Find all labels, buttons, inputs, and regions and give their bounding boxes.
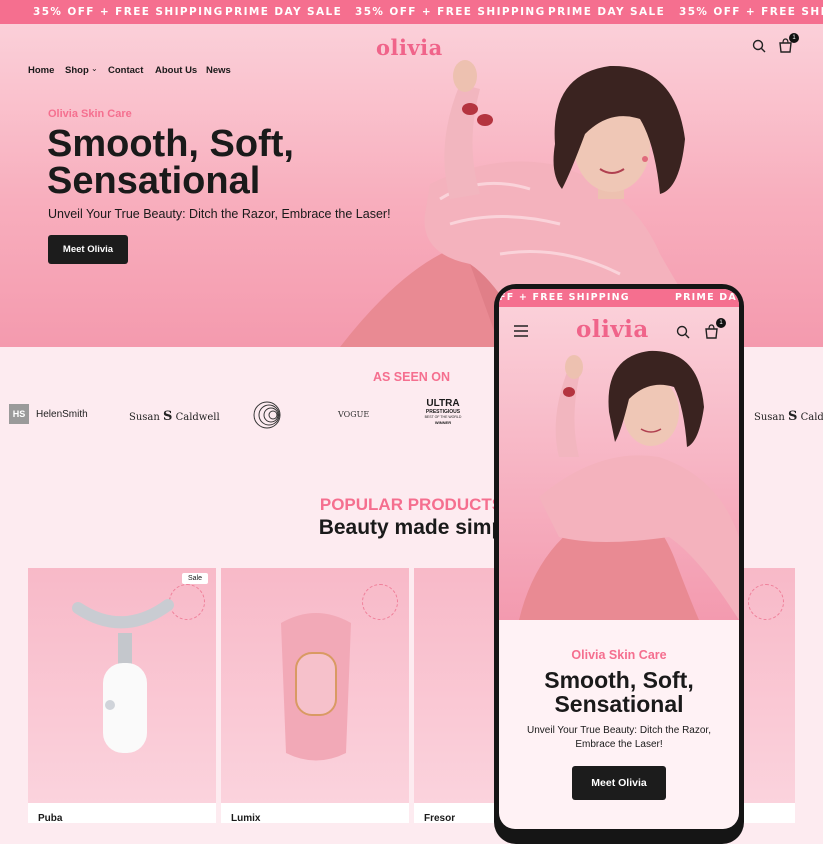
announcement-text: FF + FREE SHIPPING [499, 292, 630, 303]
mobile-hero-title: Smooth, Soft, Sensational [499, 668, 739, 716]
product-info: Puba [28, 803, 216, 824]
ultra-prestigious-award-logo: ULTRA PRESTIGIOUS BEST OF THE WORLD WINN… [424, 398, 462, 426]
susan-caldwell-logo: Susan S Caldwell [129, 409, 220, 424]
search-icon[interactable] [676, 325, 690, 339]
search-icon[interactable] [752, 39, 766, 53]
site-logo[interactable]: olivia [376, 35, 443, 60]
hero-title-line: Sensational [554, 691, 684, 717]
hero-subtitle: Unveil Your True Beauty: Ditch the Razor… [48, 207, 391, 221]
nav-shop[interactable]: Shop [65, 65, 89, 76]
concentric-circles-logo [253, 401, 281, 429]
helensmith-logo-mark: HS [9, 404, 29, 424]
sale-badge: Sale [181, 573, 208, 584]
product-card[interactable]: Sale [28, 568, 216, 803]
announcement-bar: 35% OFF + FREE SHIPPING PRIME DAY SALE 3… [0, 0, 823, 24]
neck-device-image [72, 599, 174, 753]
subtitle-line: Embrace the Laser! [575, 739, 663, 750]
announcement-text: 35% OFF + FREE SHIPPING [355, 6, 546, 18]
cart-count-badge: 1 [716, 318, 726, 328]
mobile-hero-eyebrow: Olivia Skin Care [571, 648, 667, 662]
ipl-device-image [281, 613, 351, 761]
announcement-text: PRIME DAY SALE [225, 6, 343, 18]
mobile-hero-subtitle: Unveil Your True Beauty: Ditch the Razor… [499, 724, 739, 752]
guarantee-seal-icon [748, 584, 784, 620]
mobile-meet-olivia-button[interactable]: Meet Olivia [572, 766, 666, 800]
product-name[interactable]: Puba [38, 813, 62, 824]
susan-caldwell-logo: Susan S Caldw [754, 409, 823, 424]
mobile-model-image [519, 350, 739, 620]
cart-count-badge: 1 [789, 33, 799, 43]
vogue-logo: VOGUE [338, 410, 370, 419]
announcement-text: PRIME DAY SALE [548, 6, 666, 18]
chevron-down-icon: ⌄ [91, 64, 98, 73]
mobile-announcement-bar: FF + FREE SHIPPING PRIME DA [499, 289, 739, 307]
hero-title-line: Smooth, Soft, [544, 667, 694, 693]
mobile-hero-image [499, 307, 739, 620]
hamburger-menu-icon[interactable] [514, 324, 529, 338]
nav-about[interactable]: About Us [155, 65, 197, 76]
product-name[interactable]: Fresor [424, 813, 455, 824]
announcement-text: PRIME DA [675, 292, 737, 303]
announcement-text: 35% OFF + FREE SHIPPING [33, 6, 224, 18]
subtitle-line: Unveil Your True Beauty: Ditch the Razor… [527, 725, 711, 736]
product-name[interactable]: Lumix [231, 813, 260, 824]
helensmith-logo: HelenSmith [36, 409, 88, 420]
announcement-text: 35% OFF + FREE SHIPPING [679, 6, 823, 18]
nav-home[interactable]: Home [28, 65, 54, 76]
guarantee-seal-icon [362, 584, 398, 620]
product-card[interactable] [221, 568, 409, 803]
hero-title: Smooth, Soft, Sensational [47, 123, 347, 202]
hero-title-line: Smooth, Soft, [47, 123, 294, 165]
mobile-site-logo[interactable]: olivia [576, 316, 649, 343]
phone-screen: FF + FREE SHIPPING PRIME DA olivia 1 Oli… [499, 289, 739, 829]
nav-contact[interactable]: Contact [108, 65, 143, 76]
hero-title-line: Sensational [47, 160, 261, 202]
hero-eyebrow: Olivia Skin Care [48, 108, 132, 120]
meet-olivia-button[interactable]: Meet Olivia [48, 235, 128, 264]
nav-news[interactable]: News [206, 65, 231, 76]
product-info: Lumix [221, 803, 409, 824]
